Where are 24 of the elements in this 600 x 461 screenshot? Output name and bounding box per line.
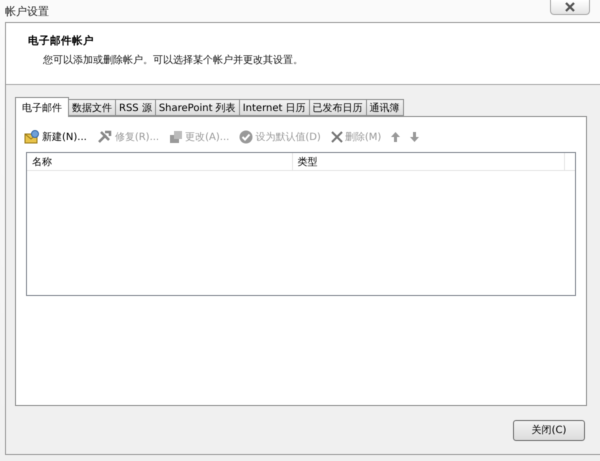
column-header[interactable]: 类型 xyxy=(292,153,565,170)
up-arrow-icon xyxy=(391,132,400,142)
down-arrow-icon xyxy=(410,132,420,142)
section-description: 您可以添加或删除帐户。可以选择某个帐户并更改其设置。 xyxy=(43,54,304,67)
tab[interactable]: 数据文件 xyxy=(69,99,116,116)
close-dialog-button[interactable]: 关闭(C) xyxy=(513,420,585,440)
tab[interactable]: SharePoint 列表 xyxy=(156,99,240,116)
close-icon xyxy=(564,2,576,12)
document-icon xyxy=(169,130,184,144)
tab[interactable]: RSS 源 xyxy=(116,99,156,116)
tools-icon xyxy=(96,130,113,144)
x-icon xyxy=(330,131,343,143)
tab[interactable]: 通讯簿 xyxy=(366,99,404,116)
window-title: 帐户设置 xyxy=(5,4,49,19)
tab[interactable]: 已发布日历 xyxy=(310,99,367,116)
tab[interactable]: 电子邮件 xyxy=(15,97,69,117)
section-title: 电子邮件帐户 xyxy=(28,34,95,48)
close-button[interactable] xyxy=(550,0,590,15)
account-list[interactable]: 名称 类型 xyxy=(26,152,576,296)
tab[interactable]: Internet 日历 xyxy=(240,99,310,116)
column-header[interactable]: 名称 xyxy=(27,153,293,170)
toolbar-button[interactable]: 新建(N)... xyxy=(24,130,87,144)
check-circle-icon xyxy=(239,130,254,144)
mail-icon xyxy=(24,130,40,144)
